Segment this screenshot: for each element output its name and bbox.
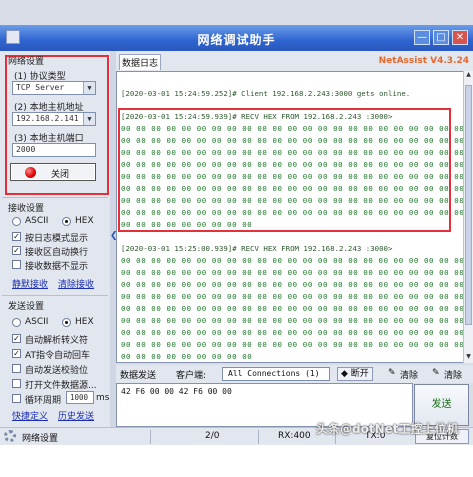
hex-row: 00 00 00 00 00 00 00 00 00 00 00 00 00 0… (121, 256, 466, 265)
recv-log-mode-label: 按日志模式显示 (25, 234, 89, 244)
tab-data-log[interactable]: 数据日志 (119, 54, 162, 70)
hex-row: 00 00 00 00 00 00 00 00 00 00 00 00 00 0… (121, 316, 466, 325)
shortcut-define-link[interactable]: 快捷定义 (12, 409, 48, 422)
escape-parse-label: 自动解析转义符 (25, 336, 89, 346)
recv-hex-radio[interactable] (62, 217, 71, 226)
app-window: 网络调试助手 — □ ✕ 网络设置 (1) 协议类型 TCP Server ▼ … (0, 0, 473, 477)
log-line-online: [2020-03-01 15:24:59.252]# Client 192.16… (121, 89, 411, 98)
history-send-link[interactable]: 历史发送 (58, 409, 94, 422)
send-settings-title: 发送设置 (8, 302, 45, 312)
clear-receive-link[interactable]: 清除接收 (58, 277, 94, 290)
recv-hide-checkbox[interactable] (12, 260, 21, 269)
connections-value: All Connections (1) (228, 369, 320, 378)
silent-receive-link[interactable]: 静默接收 (12, 277, 48, 290)
scroll-thumb[interactable] (465, 85, 472, 325)
hex-row: 00 00 00 00 00 00 00 00 00 00 00 00 00 0… (121, 304, 466, 313)
disconnect-button[interactable]: ◆ 断开 (337, 367, 373, 381)
brand-label: NetAssist V4.3.24 (378, 56, 469, 66)
client-label: 客户端: (176, 371, 207, 381)
at-cr-checkbox[interactable]: ✓ (12, 349, 21, 358)
connections-select[interactable]: All Connections (1) (222, 367, 330, 381)
clear-send-label-1[interactable]: 清除 (400, 368, 418, 381)
hex-row: 00 00 00 00 00 00 00 00 00 00 00 00 00 0… (121, 328, 466, 337)
watermark: 头条@dotNet工控上位机 (316, 422, 459, 436)
send-hex-radio[interactable] (62, 318, 71, 327)
status-count: 2/0 (205, 431, 220, 441)
recv-hex-label: HEX (75, 216, 94, 226)
protocol-value: TCP Server (16, 83, 65, 92)
hex-row: 00 00 00 00 00 00 00 00 00 00 00 00 00 0… (121, 340, 466, 349)
status-led-icon (25, 167, 36, 178)
clear-icon[interactable]: ✎ (432, 368, 440, 378)
protocol-select[interactable]: TCP Server ▼ (12, 81, 96, 95)
gear-icon (4, 430, 16, 442)
close-connection-label: 关闭 (51, 170, 70, 180)
hex-row: 00 00 00 00 00 00 00 00 00 00 00 00 00 0… (121, 292, 466, 301)
recv-ascii-radio[interactable] (12, 217, 21, 226)
recv-autowrap-label: 接收区自动换行 (25, 248, 89, 258)
recv-hide-label: 接收数据不显示 (25, 262, 89, 272)
clear-icon[interactable]: ✎ (388, 368, 396, 378)
scroll-down-icon[interactable]: ▼ (464, 353, 473, 363)
divider (150, 430, 151, 444)
hex-row: 00 00 00 00 00 00 00 00 00 00 00 00 00 0… (121, 280, 466, 289)
send-ascii-radio[interactable] (12, 318, 21, 327)
network-settings-title: 网络设置 (8, 57, 45, 67)
close-window-button[interactable]: ✕ (452, 30, 468, 45)
clear-send-label-2[interactable]: 清除 (444, 368, 462, 381)
checksum-checkbox[interactable] (12, 364, 21, 373)
chevron-down-icon: ▼ (83, 82, 95, 94)
log-line-recv-2: [2020-03-01 15:25:00.939]# RECV HEX FROM… (121, 244, 393, 253)
bottom-margin (0, 445, 473, 477)
divider (2, 197, 108, 198)
recv-ascii-label: ASCII (25, 216, 49, 226)
status-rx: RX:400 (278, 431, 311, 441)
log-tab-header: 数据日志 NetAssist V4.3.24 (116, 51, 473, 71)
scroll-up-icon[interactable]: ▲ (464, 71, 473, 81)
send-toolbar: 数据发送 客户端: All Connections (1) ◆ 断开 ✎ 清除 … (116, 365, 473, 383)
local-ip-value: 192.168.2.141 (16, 114, 79, 123)
send-hex-label: HEX (75, 317, 94, 327)
recv-log-mode-checkbox[interactable]: ✓ (12, 232, 21, 241)
at-cr-label: AT指令自动回车 (25, 351, 90, 361)
close-connection-button[interactable]: 关闭 (10, 163, 96, 181)
hex-row: 00 00 00 00 00 00 00 00 00 00 00 00 00 0… (121, 268, 466, 277)
local-ip-select[interactable]: 192.168.2.141 ▼ (12, 112, 96, 126)
divider (2, 295, 108, 296)
receive-settings-title: 接收设置 (8, 204, 45, 214)
send-ascii-label: ASCII (25, 317, 49, 327)
local-port-input[interactable]: 2000 (12, 143, 96, 157)
chevron-down-icon: ▼ (83, 113, 95, 125)
recv-highlight-box (118, 108, 451, 232)
log-scrollbar[interactable]: ▲ ▼ (463, 71, 473, 363)
loop-checkbox[interactable] (12, 394, 21, 403)
title-bar: 网络调试助手 — □ ✕ (0, 25, 473, 51)
loop-period-input[interactable]: 1000 (66, 391, 94, 404)
checksum-label: 自动发送校验位 (25, 366, 89, 376)
hex-row-last: 00 00 00 00 00 00 00 00 00 (121, 352, 253, 361)
file-source-checkbox[interactable] (12, 379, 21, 388)
data-send-label: 数据发送 (120, 371, 157, 381)
escape-parse-checkbox[interactable]: ✓ (12, 334, 21, 343)
file-source-label: 打开文件数据源... (25, 381, 97, 391)
settings-panel: 网络设置 (1) 协议类型 TCP Server ▼ (2) 本地主机地址 19… (0, 51, 110, 427)
minimize-button[interactable]: — (414, 30, 430, 45)
status-network-label: 网络设置 (22, 434, 59, 444)
loop-unit: ms (96, 393, 110, 403)
loop-label: 循环周期 (25, 396, 62, 406)
maximize-button[interactable]: □ (433, 30, 449, 45)
recv-autowrap-checkbox[interactable]: ✓ (12, 246, 21, 255)
window-title: 网络调试助手 (197, 33, 276, 47)
divider (258, 430, 259, 444)
